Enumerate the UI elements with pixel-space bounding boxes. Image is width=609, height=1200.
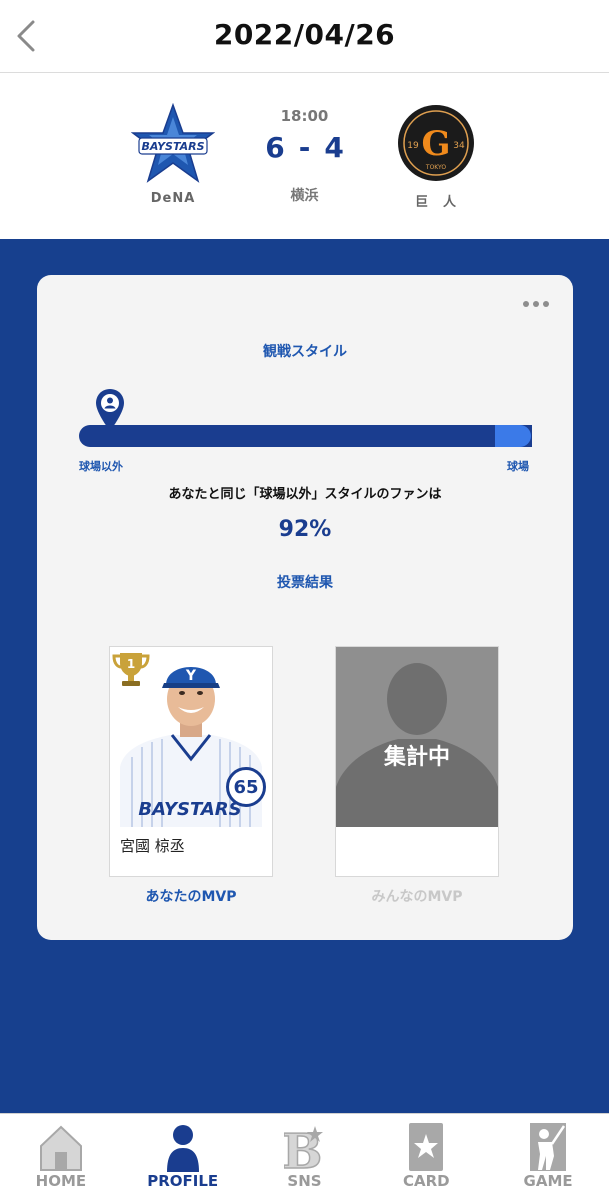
score-separator: - (298, 131, 311, 164)
counting-status: 集計中 (383, 745, 450, 770)
nav-home[interactable]: HOME (0, 1114, 122, 1200)
svg-text:19: 19 (407, 141, 419, 151)
everyone-mvp-label: みんなのMVP (371, 889, 463, 905)
svg-text:1: 1 (127, 657, 135, 671)
style-bar-end (495, 425, 531, 447)
player-name: 宮國 椋丞 (120, 837, 185, 855)
page-title: 2022/04/26 (213, 18, 396, 51)
style-bar (79, 425, 532, 447)
nav-card[interactable]: CARD (365, 1114, 487, 1200)
away-score: 4 (324, 131, 344, 164)
player-silhouette-icon (336, 647, 498, 827)
everyone-mvp-card[interactable]: 集計中 (336, 647, 498, 876)
svg-text:Y: Y (185, 668, 197, 684)
your-mvp-card[interactable]: BAYSTARS Y 1 65 宮國 椋丞 (110, 647, 272, 876)
svg-text:34: 34 (453, 141, 465, 151)
score: 6-4 (0, 131, 609, 164)
game-batter-icon (487, 1120, 609, 1172)
game-time: 18:00 (280, 107, 329, 125)
fan-style-text: あなたと同じ「球場以外」スタイルのファンは (168, 487, 442, 502)
home-icon (0, 1120, 122, 1172)
svg-text:G: G (421, 124, 450, 164)
profile-icon (122, 1120, 244, 1172)
fan-style-card: 観戦スタイル 球場以外 球場 あなたと同じ「球場以外」スタイルのファンは 92%… (37, 275, 573, 940)
more-options-button[interactable] (523, 301, 549, 307)
nav-profile[interactable]: PROFILE (122, 1114, 244, 1200)
watching-style-title: 観戦スタイル (263, 344, 347, 360)
home-score: 6 (265, 131, 285, 164)
trophy-icon: 1 (110, 649, 152, 693)
nav-sns[interactable]: B SNS (244, 1114, 366, 1200)
location-pin-icon (95, 388, 125, 436)
giants-logo: G 19 34 TOKYO (381, 103, 491, 183)
bottom-nav: HOME PROFILE B SNS CARD GAME (0, 1113, 609, 1200)
your-mvp-label: あなたのMVP (145, 889, 237, 905)
sns-b-icon: B (244, 1120, 366, 1172)
fan-percent: 92% (278, 517, 332, 542)
venue: 横浜 (290, 188, 319, 204)
svg-text:BAYSTARS: BAYSTARS (138, 799, 241, 820)
svg-text:TOKYO: TOKYO (425, 164, 446, 171)
bar-left-label: 球場以外 (79, 460, 123, 473)
away-team: G 19 34 TOKYO 巨 人 (381, 103, 491, 210)
bar-right-label: 球場 (507, 460, 529, 473)
nav-game[interactable]: GAME (487, 1114, 609, 1200)
player-number-badge: 65 (226, 767, 266, 807)
away-team-name: 巨 人 (414, 195, 457, 210)
game-score-panel: BAYSTARS DeNA 18:00 6-4 横浜 G 19 34 TOKYO… (0, 73, 609, 239)
more-dots-icon (523, 301, 529, 307)
card-star-icon (365, 1120, 487, 1172)
header-bar: 2022/04/26 (0, 0, 609, 73)
vote-results-title: 投票結果 (277, 575, 333, 591)
